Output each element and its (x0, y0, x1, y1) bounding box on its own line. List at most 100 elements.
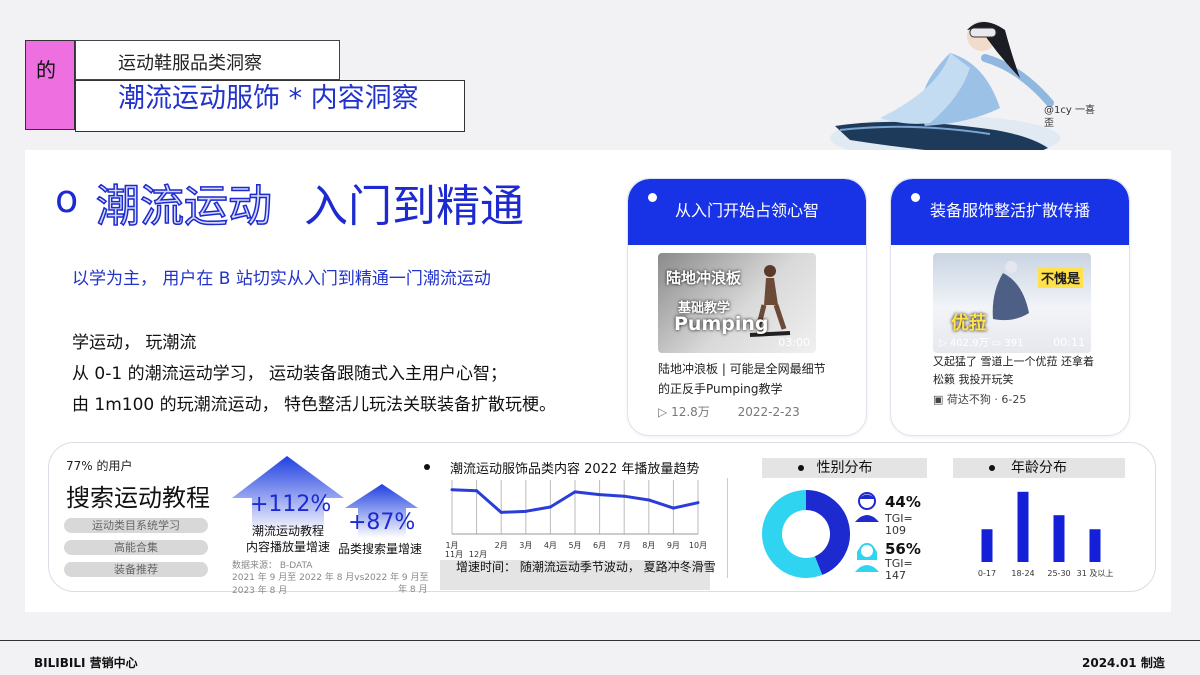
male-percent: 44% (885, 493, 921, 511)
x-tick-label: 31 及以上 (1077, 569, 1114, 578)
data-point (573, 490, 577, 494)
intro-text: 以学为主， 用户在 B 站切实从入门到精通一门潮流运动 (72, 269, 491, 289)
data-point (622, 494, 626, 498)
data-point (671, 506, 675, 510)
bullet-icon (798, 465, 804, 471)
play-icon: ▷ (658, 405, 668, 419)
male-tgi: TGI=109 (885, 512, 913, 537)
age-header: 年龄分布 (953, 458, 1125, 478)
gender-donut-chart (762, 490, 850, 578)
video-meta: ▣ 荷达不狗 · 6-25 (933, 391, 1113, 407)
video-card-2[interactable]: 装备服饰整活扩散传播 不愧是 优菈 ▷ 402.9万 ▭ 391 00:11 又… (890, 178, 1130, 436)
thumb-caption: 不愧是 (1037, 267, 1083, 288)
x-tick-label: 8月 (642, 541, 655, 550)
x-tick-label: 10月 (689, 541, 707, 550)
card-header: 从入门开始占领心智 (628, 179, 866, 245)
x-tick-sublabel: 11月 (445, 550, 463, 559)
photo-credit: @1cy 一喜歪 (1044, 105, 1095, 129)
arrow2-value: +87% (348, 510, 416, 535)
footer-divider (0, 640, 1200, 641)
male-avatar-icon (855, 492, 879, 522)
x-tick-sublabel: 12月 (469, 550, 487, 559)
x-tick-label: 3月 (519, 541, 532, 550)
female-avatar-icon (855, 543, 879, 572)
subtitle: 运动鞋服品类洞察 (118, 53, 262, 74)
view-count: 402.9万 (949, 338, 989, 349)
arrow1-label: 潮流运动教程 (252, 524, 325, 538)
data-point (475, 489, 479, 493)
data-point (524, 509, 528, 513)
data-source-period-end: 年 8 月 (398, 585, 428, 595)
gender-header: 性别分布 (762, 458, 927, 478)
uploader[interactable]: 荷达不狗 · 6-25 (947, 393, 1026, 406)
age-bar (1089, 529, 1101, 562)
video-duration: 00:11 (1053, 336, 1085, 349)
search-stat-title: 搜索运动教程 (66, 484, 210, 512)
video-duration: 03:00 (778, 336, 810, 349)
footer-brand: BILIBILI 营销中心 (34, 656, 138, 670)
thumb-title: 陆地冲浪板 (666, 269, 742, 287)
uploader-icon: ▣ (933, 393, 944, 406)
publish-date: 2022-2-23 (737, 405, 800, 419)
female-percent: 56% (885, 540, 921, 558)
danmaku-count: 391 (1004, 338, 1024, 349)
x-tick-label: 5月 (568, 541, 581, 550)
line-chart-note: 增速时间： 随潮流运动季节波动， 夏路冲冬滑雪 (456, 560, 716, 574)
headline-solid: 入门到精通 (304, 181, 524, 232)
data-point (647, 498, 651, 502)
age-bar (981, 529, 993, 562)
age-bar-chart: 0-17 18-24 25-30 31 及以上 (978, 491, 1114, 578)
thumb-title: 优菈 (951, 313, 987, 334)
search-stat-note: 77% 的用户 (66, 459, 133, 473)
x-tick-label: 9月 (667, 541, 680, 550)
gender-title: 性别分布 (816, 460, 873, 476)
age-bar (1017, 491, 1029, 562)
x-tick-label: 25-30 (1047, 569, 1070, 578)
donut-slice (805, 490, 850, 575)
page-title: 潮流运动服饰 * 内容洞察 (118, 83, 419, 114)
card-title: 装备服饰整活扩散传播 (929, 201, 1090, 220)
data-point (499, 510, 503, 514)
age-title: 年龄分布 (1011, 460, 1067, 476)
bullet-icon (424, 464, 430, 470)
line-chart: 1月 2月 3月 4月 5月 6月 7月 8月 9月 10月 11月 12月 (445, 480, 707, 559)
card-title: 从入门开始占领心智 (674, 201, 819, 220)
female-tgi: TGI=147 (885, 557, 913, 582)
header-tag: 的 (36, 58, 56, 82)
video-meta: ▷ 12.8万 2022-2-23 (658, 403, 838, 420)
x-tick-label: 18-24 (1011, 569, 1034, 578)
video-thumbnail[interactable]: 不愧是 优菈 ▷ 402.9万 ▭ 391 00:11 (933, 253, 1091, 353)
thumb-stats: ▷ 402.9万 ▭ 391 (939, 334, 1023, 349)
footer-date: 2024.01 制造 (1082, 656, 1165, 670)
danmaku-icon: ▭ (991, 338, 1002, 349)
data-point (696, 501, 700, 505)
data-point (598, 493, 602, 497)
age-bar (1053, 515, 1065, 562)
video-description[interactable]: 陆地冲浪板 | 可能是全网最细节的正反手Pumping教学 (658, 359, 833, 399)
data-point (548, 505, 552, 509)
video-thumbnail[interactable]: 陆地冲浪板 基础教学 Pumping 03:00 (658, 253, 816, 353)
pill-tag: 高能合集 (64, 540, 208, 555)
arrow1-value: +112% (250, 492, 332, 517)
x-tick-label: 7月 (618, 541, 631, 550)
data-point (450, 488, 454, 492)
body-line-2: 从 0-1 的潮流运动学习， 运动装备跟随式入主用户心智； (72, 364, 507, 384)
pill-tag: 运动类目系统学习 (64, 518, 208, 533)
video-card-1[interactable]: 从入门开始占领心智 陆地冲浪板 基础教学 Pumping 03:00 陆地冲浪板… (627, 178, 867, 436)
headline-outline: 潮流运动 (95, 180, 273, 233)
bullet-icon (989, 465, 995, 471)
pill-tag: 装备推荐 (64, 562, 208, 577)
x-tick-label: 1月 (445, 541, 458, 550)
x-tick-label: 4月 (544, 541, 557, 550)
arrow2-label: 品类搜索量增速 (338, 542, 423, 556)
x-tick-label: 0-17 (978, 569, 996, 578)
x-tick-label: 2月 (495, 541, 508, 550)
card-header: 装备服饰整活扩散传播 (891, 179, 1129, 245)
x-tick-label: 6月 (593, 541, 606, 550)
body-line-3: 由 1m100 的玩潮流运动， 特色整活儿玩法关联装备扩散玩梗。 (72, 395, 557, 415)
thumb-caption: Pumping (674, 313, 769, 335)
view-count: 12.8万 (671, 405, 710, 419)
video-description[interactable]: 又起猛了 雪道上一个优菈 还拿着松籁 我投开玩笑 (933, 353, 1103, 389)
body-line-1: 学运动， 玩潮流 (72, 333, 197, 353)
divider (727, 478, 728, 578)
